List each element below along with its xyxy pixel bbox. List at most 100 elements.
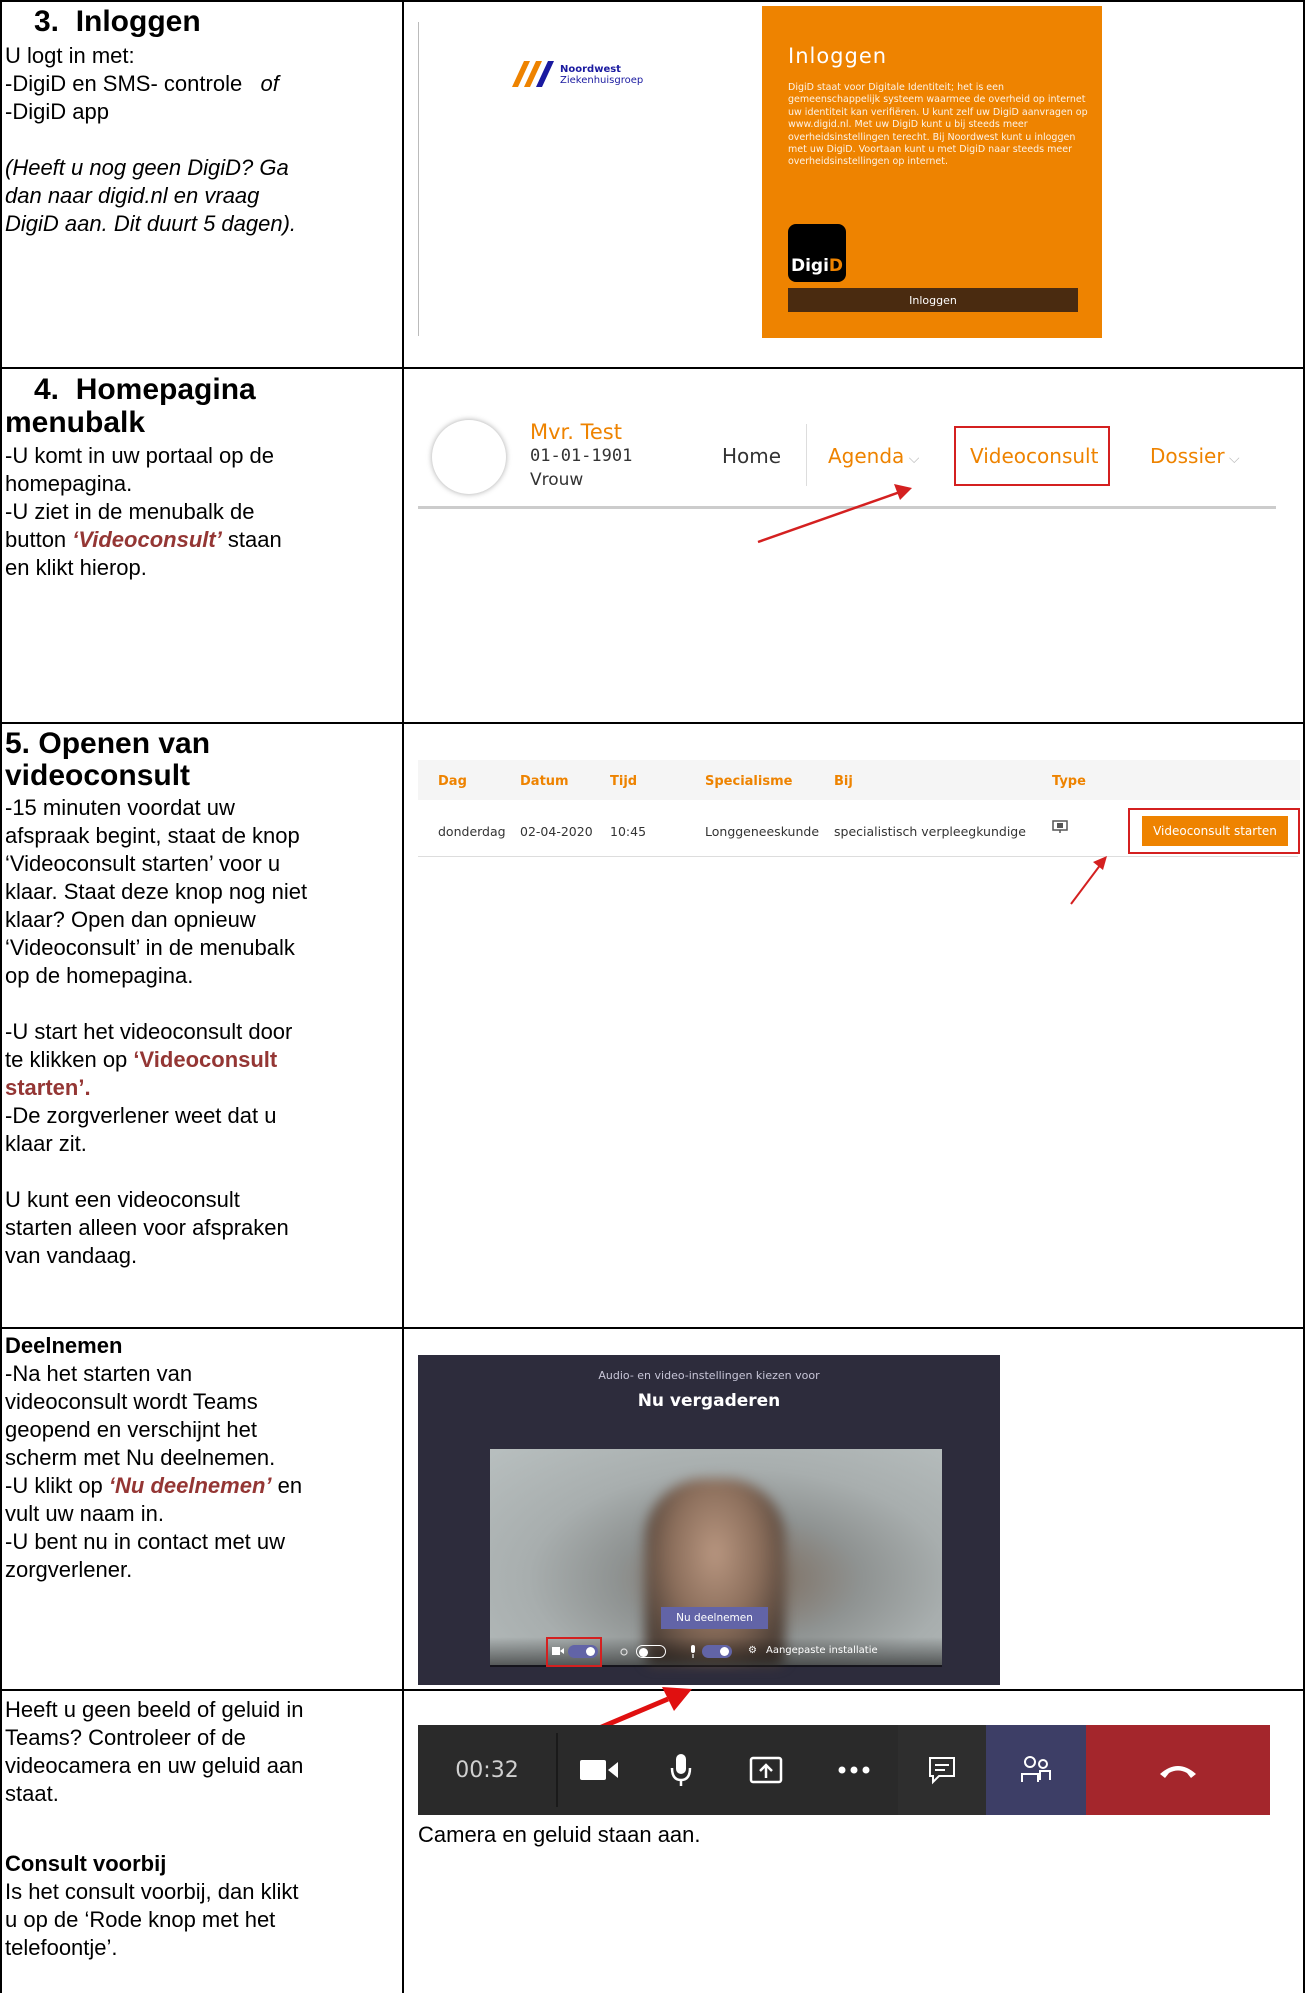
share-screen-icon <box>749 1756 783 1784</box>
teams-title: Nu vergaderen <box>637 1391 781 1411</box>
highlight-box <box>546 1637 602 1667</box>
video-type-icon <box>1052 820 1068 833</box>
digid-login-button[interactable]: Inloggen <box>788 288 1078 312</box>
step6-line: -Na het starten van <box>5 1361 193 1386</box>
step3-line: -DigiD en SMS- controle of <box>5 70 279 98</box>
step6-heading: Deelnemen <box>5 1333 123 1358</box>
step7-line: telefoontje’. <box>5 1935 118 1960</box>
blur-background-icon <box>620 1648 628 1656</box>
cell-bij: specialistisch verpleegkundige <box>834 824 1026 839</box>
digid-logo-digi: Digi <box>790 256 829 276</box>
share-screen-button[interactable] <box>722 1725 810 1815</box>
login-image-border <box>418 22 419 336</box>
microphone-toggle[interactable] <box>702 1645 732 1658</box>
menu-home[interactable]: Home <box>722 444 781 468</box>
highlight-box <box>1128 808 1300 854</box>
step7-line: Is het consult voorbij, dan klikt <box>5 1879 299 1904</box>
step4-line: en klikt hierop. <box>5 555 147 580</box>
step6-line: -U klikt op ‘Nu deelnemen’ en <box>5 1472 302 1500</box>
step6-line: scherm met Nu deelnemen. <box>5 1445 276 1470</box>
avatar <box>432 420 506 494</box>
step6-line: -U bent nu in contact met uw <box>5 1529 286 1554</box>
step5-line: U kunt een videoconsult <box>5 1187 240 1212</box>
consult-over-heading: Consult voorbij <box>5 1851 167 1876</box>
step5-line: ‘Videoconsult starten’ voor u <box>5 851 281 876</box>
step6-click-pre: -U klikt op <box>5 1473 109 1498</box>
step5-click-pre: te klikken op <box>5 1047 134 1072</box>
step4-btn-post: staan <box>221 527 282 552</box>
call-timer: 00:32 <box>418 1725 556 1815</box>
step3-line: -DigiD app <box>5 99 109 124</box>
camera-icon <box>580 1760 618 1780</box>
col-bij: Bij <box>834 774 853 789</box>
step3-note: dan naar digid.nl en vraag <box>5 183 260 208</box>
patient-name: Mvr. Test <box>530 420 622 444</box>
microphone-icon <box>670 1754 692 1786</box>
step7-line: staat. <box>5 1781 59 1806</box>
col-type: Type <box>1052 774 1086 789</box>
step7-line: Heeft u geen beeld of geluid in <box>5 1697 304 1722</box>
step5-line: afspraak begint, staat de knop <box>5 823 300 848</box>
step5-line: te klikken op ‘Videoconsult <box>5 1046 277 1074</box>
custom-setup-link[interactable]: Aangepaste installatie <box>766 1645 878 1656</box>
chat-button[interactable] <box>898 1725 986 1815</box>
background-blur-toggle[interactable] <box>636 1645 666 1658</box>
digid-logo: Digi D <box>788 224 846 282</box>
step4-videoconsult-em: ‘Videoconsult’ <box>72 527 222 552</box>
col-tijd: Tijd <box>610 774 638 789</box>
step4-line: button ‘Videoconsult’ staan <box>5 526 282 554</box>
menu-dossier[interactable]: Dossier ⌵ <box>1150 444 1240 468</box>
step5-line: klaar zit. <box>5 1131 87 1156</box>
digid-login-panel: Inloggen DigiD staat voor Digitale Ident… <box>762 6 1102 338</box>
cell-dag: donderdag <box>438 824 506 839</box>
step3-note: (Heeft u nog geen DigiD? Ga <box>5 155 289 180</box>
step6-line: videoconsult wordt Teams <box>5 1389 258 1414</box>
hang-up-button[interactable] <box>1086 1725 1270 1815</box>
table-divider <box>402 0 404 1993</box>
camera-button[interactable] <box>558 1725 640 1815</box>
microphone-icon <box>691 1645 695 1658</box>
row-border <box>0 1327 1305 1329</box>
teams-call-bar: 00:32 <box>418 1725 1270 1815</box>
hang-up-phone-icon <box>1160 1766 1196 1778</box>
logo-line2: Ziekenhuisgroep <box>560 75 643 86</box>
participants-icon <box>1021 1756 1051 1782</box>
step3-heading: 3. Inloggen <box>34 5 201 38</box>
more-options-button[interactable] <box>810 1725 898 1815</box>
step7-line: videocamera en uw geluid aan <box>5 1753 304 1778</box>
step7-line: u op de ‘Rode knop met het <box>5 1907 276 1932</box>
highlight-box <box>954 426 1110 486</box>
arrow-icon <box>757 484 912 544</box>
cell-tijd: 10:45 <box>610 824 647 839</box>
video-preview <box>490 1449 942 1665</box>
step5-line: klaar. Staat deze knop nog niet <box>5 879 308 904</box>
more-icon <box>838 1766 870 1774</box>
step3-line-text: -DigiD en SMS- controle <box>5 71 243 96</box>
col-datum: Datum <box>520 774 569 789</box>
step6-line: vult uw naam in. <box>5 1501 164 1526</box>
step3-line: U logt in met: <box>5 43 135 68</box>
step5-start-em1: ‘Videoconsult <box>133 1047 278 1072</box>
chevron-down-icon: ⌵ <box>904 451 920 467</box>
join-now-button[interactable]: Nu deelnemen <box>661 1607 768 1629</box>
chat-icon <box>929 1757 955 1785</box>
step4-heading-line1: 4. Homepagina <box>34 373 256 406</box>
call-time: 00:32 <box>455 1757 519 1783</box>
step5-line: van vandaag. <box>5 1243 138 1268</box>
gear-icon[interactable]: ⚙ <box>748 1645 757 1656</box>
microphone-button[interactable] <box>640 1725 722 1815</box>
step5-line: klaar? Open dan opnieuw <box>5 907 256 932</box>
step4-btn-pre: button <box>5 527 73 552</box>
participants-button[interactable] <box>986 1725 1086 1815</box>
step3-note: DigiD aan. Dit duurt 5 dagen). <box>5 211 297 236</box>
row-divider <box>418 856 1298 857</box>
step5-start-em2: starten’. <box>5 1075 91 1100</box>
digid-logo-d: D <box>828 256 844 276</box>
appointments-table: Dag Datum Tijd Specialisme Bij Type dond… <box>418 760 1300 860</box>
login-panel-title: Inloggen <box>788 44 888 68</box>
teams-join-screen: Audio- en video-instellingen kiezen voor… <box>418 1355 1000 1685</box>
noordwest-logo-icon: Noordwest Ziekenhuisgroep <box>512 61 643 87</box>
step5-heading-line1: 5. Openen van <box>5 727 211 760</box>
col-specialisme: Specialisme <box>705 774 793 789</box>
menu-agenda[interactable]: Agenda ⌵ <box>828 444 919 468</box>
